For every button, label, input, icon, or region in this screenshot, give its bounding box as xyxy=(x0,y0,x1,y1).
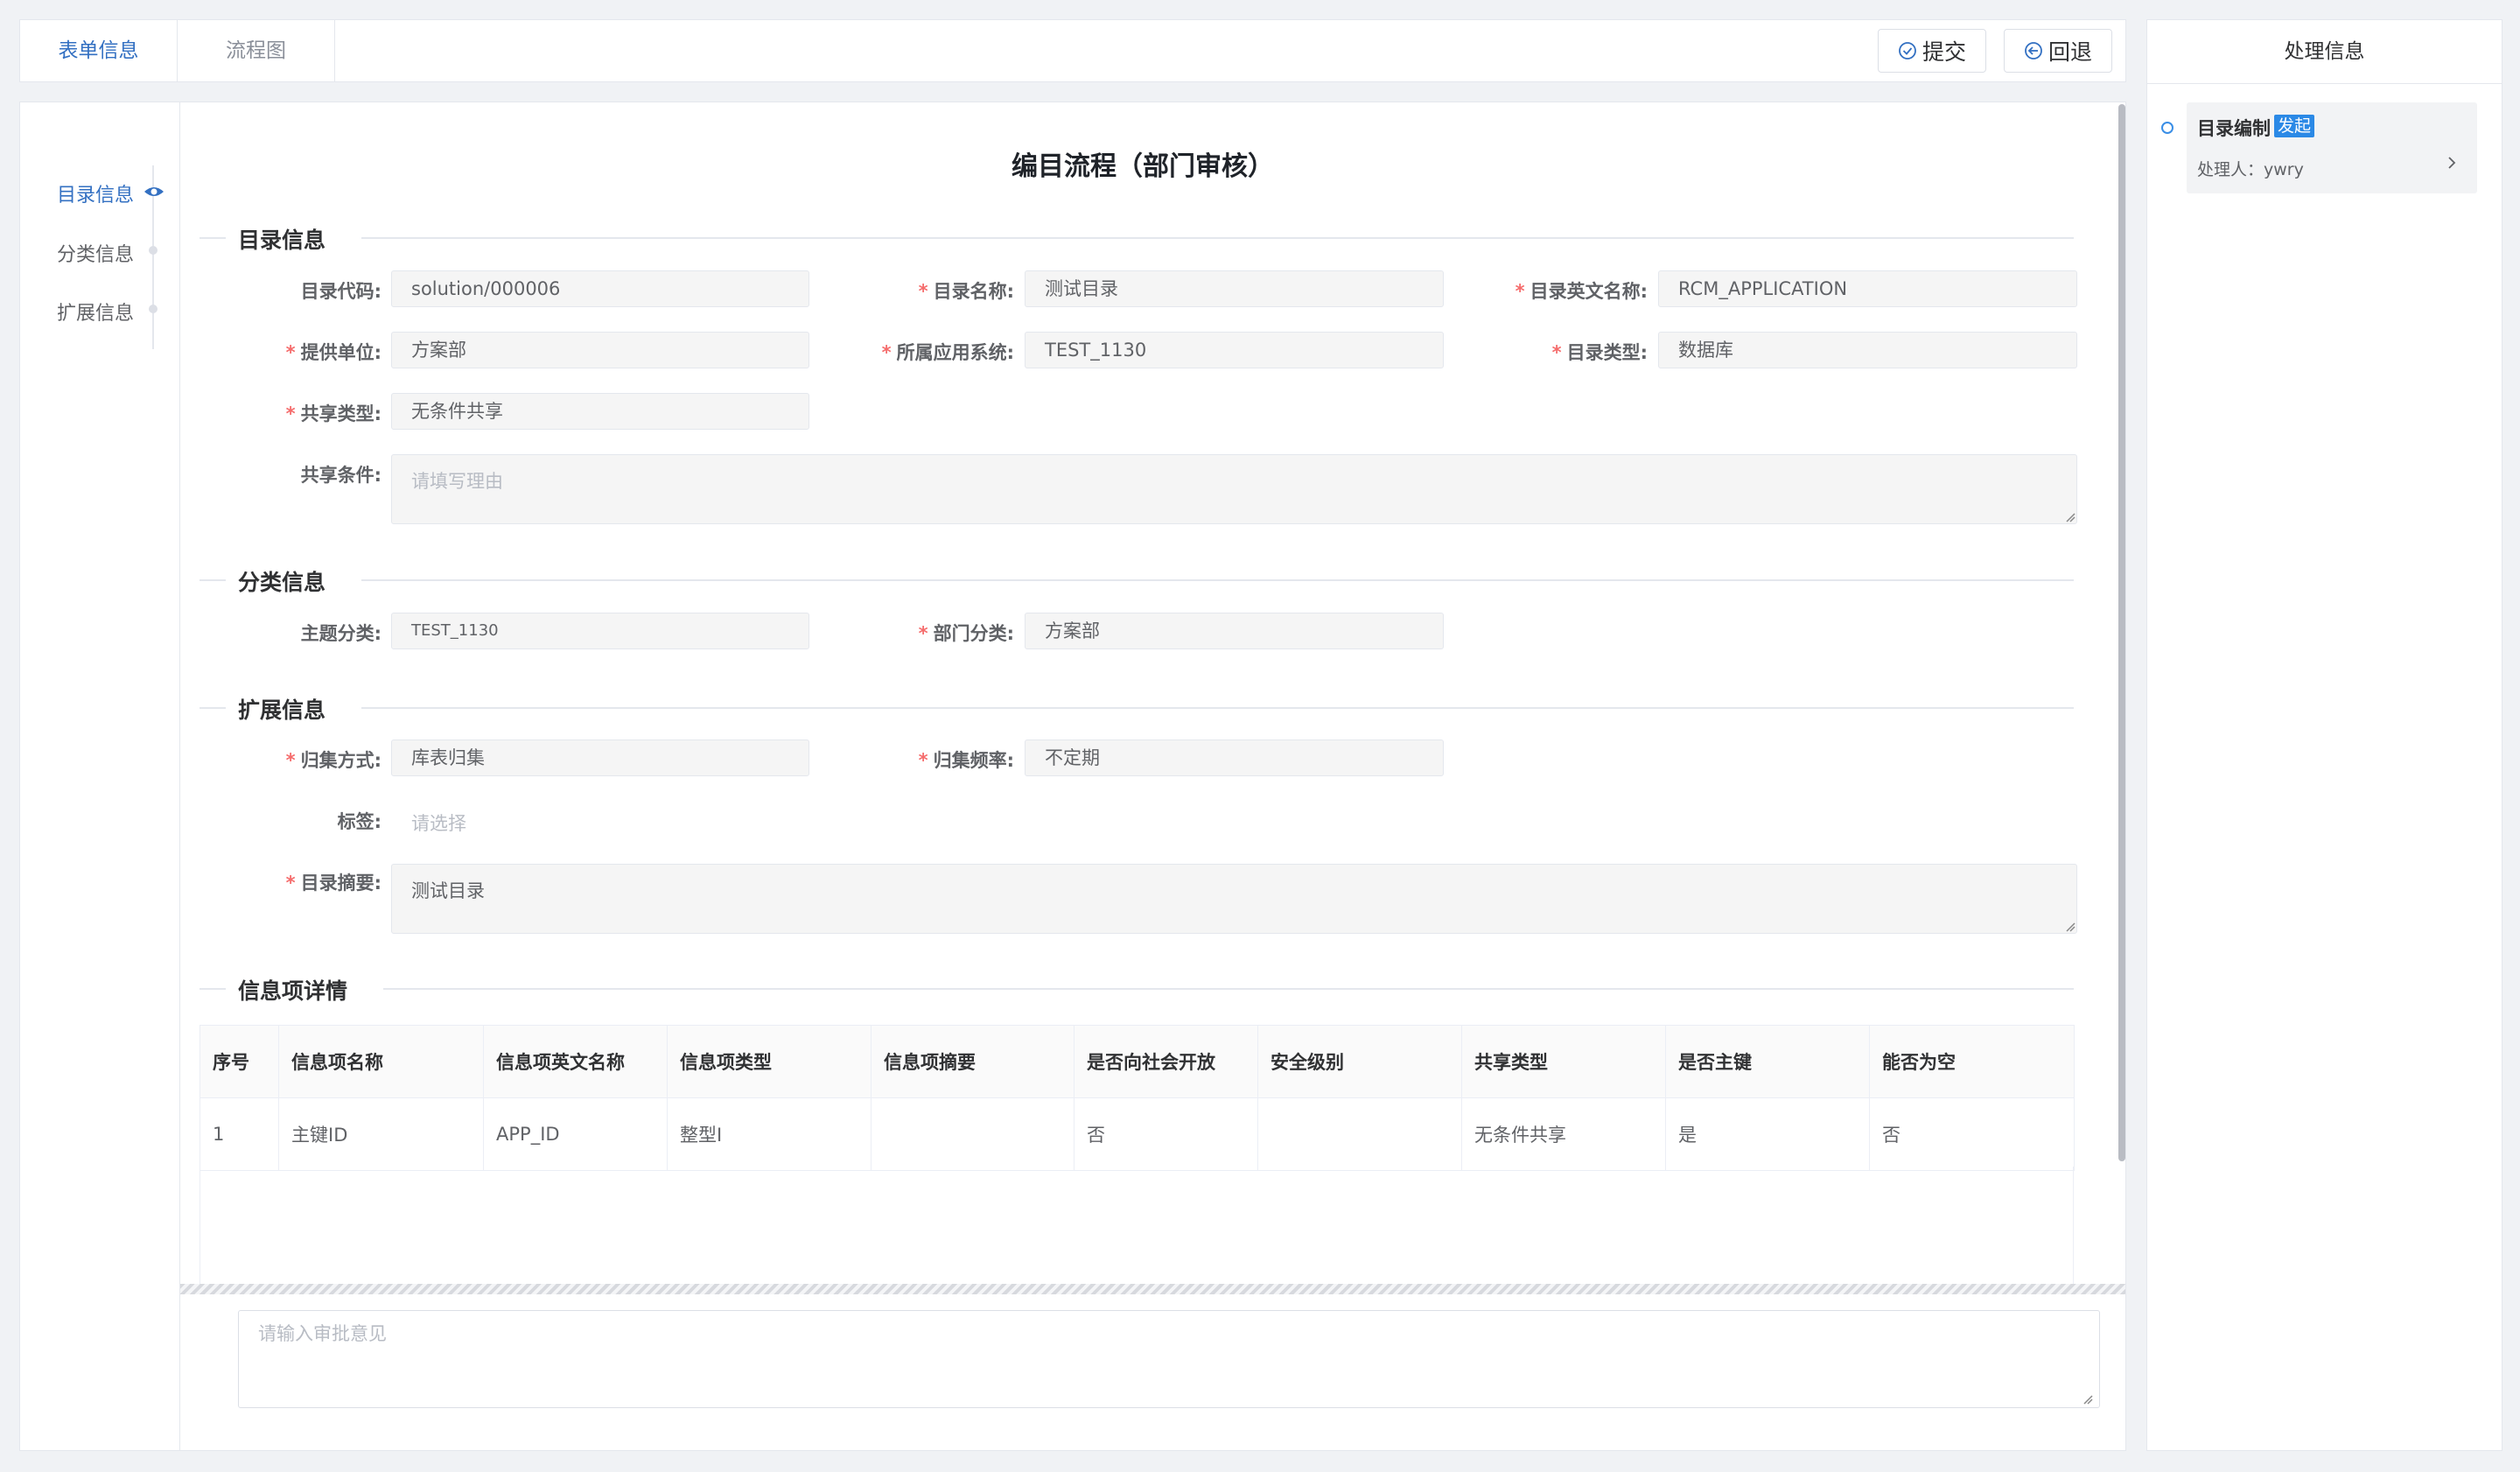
anchor-extend-info[interactable]: 扩展信息 xyxy=(57,298,134,326)
dept-select[interactable]: 方案部 xyxy=(1025,613,1444,649)
anchor-dot xyxy=(149,246,158,255)
share-cond-label: 共享条件: xyxy=(300,465,382,486)
share-type-select[interactable]: 无条件共享 xyxy=(391,393,809,430)
section-title: 分类信息 xyxy=(238,570,326,595)
info-items-table: 序号 信息项名称 信息项英文名称 信息项类型 信息项摘要 是否向社会开放 安全级… xyxy=(200,1025,2075,1171)
resize-handle-icon xyxy=(2083,1395,2093,1405)
share-cond-textarea[interactable]: 请填写理由 xyxy=(391,454,2077,524)
en-name-label: * 目录英文名称: xyxy=(1515,281,1648,302)
table-cell: 无条件共享 xyxy=(1461,1097,1666,1171)
anchor-nav: 目录信息 分类信息 扩展信息 xyxy=(20,102,180,1450)
code-label: 目录代码: xyxy=(300,281,382,302)
table-cell: 是 xyxy=(1665,1097,1870,1171)
topic-label: 主题分类: xyxy=(300,623,382,644)
check-circle-icon xyxy=(1899,42,1916,60)
provider-input[interactable]: 方案部 xyxy=(391,332,809,368)
table-header: 能否为空 xyxy=(1869,1025,2075,1098)
table-header: 是否主键 xyxy=(1665,1025,1870,1098)
tags-label: 标签: xyxy=(337,811,382,832)
process-panel: 处理信息 目录编制 发起 处理人：ywry xyxy=(2146,19,2502,1451)
tab-form-info[interactable]: 表单信息 xyxy=(20,20,178,81)
app-system-input[interactable]: TEST_1130 xyxy=(1025,332,1444,368)
table-header: 是否向社会开放 xyxy=(1074,1025,1258,1098)
drag-divider[interactable] xyxy=(180,1284,2125,1294)
back-label: 回退 xyxy=(2048,39,2092,65)
process-step-card[interactable]: 目录编制 发起 处理人：ywry xyxy=(2187,102,2477,193)
section-title: 目录信息 xyxy=(238,228,326,253)
table-cell: APP_ID xyxy=(483,1097,668,1171)
table-header: 信息项摘要 xyxy=(871,1025,1074,1098)
page-title: 编目流程（部门审核） xyxy=(1012,151,1274,182)
table-row: 1 主键ID APP_ID 整型I 否 无条件共享 是 否 xyxy=(200,1097,2075,1171)
step-badge: 发起 xyxy=(2274,115,2315,137)
table-header: 信息项英文名称 xyxy=(483,1025,668,1098)
eye-icon xyxy=(144,187,164,196)
section-extend: 扩展信息 xyxy=(200,690,2074,725)
section-title: 信息项详情 xyxy=(238,978,348,1004)
table-header: 信息项类型 xyxy=(667,1025,872,1098)
table-cell: 整型I xyxy=(667,1097,872,1171)
table-header: 共享类型 xyxy=(1461,1025,1666,1098)
tab-flowchart[interactable]: 流程图 xyxy=(178,20,335,81)
timeline-dot xyxy=(2161,122,2174,134)
arrow-left-circle-icon xyxy=(2025,42,2042,60)
resize-handle-icon xyxy=(2066,513,2076,522)
table-header: 安全级别 xyxy=(1257,1025,1462,1098)
section-classify: 分类信息 xyxy=(200,562,2074,597)
table-cell: 否 xyxy=(1074,1097,1258,1171)
submit-label: 提交 xyxy=(1922,39,1966,65)
anchor-dot xyxy=(149,305,158,313)
table-cell xyxy=(871,1097,1074,1171)
table-cell xyxy=(1257,1097,1462,1171)
dept-label: * 部门分类: xyxy=(918,623,1014,644)
table-header: 信息项名称 xyxy=(278,1025,484,1098)
resize-handle-icon xyxy=(2066,922,2076,932)
name-input[interactable]: 测试目录 xyxy=(1025,270,1444,307)
name-label: * 目录名称: xyxy=(918,281,1014,302)
submit-button[interactable]: 提交 xyxy=(1878,29,1986,73)
collect-method-label: * 归集方式: xyxy=(285,750,382,771)
process-panel-title: 处理信息 xyxy=(2147,20,2502,84)
catalog-type-label: * 目录类型: xyxy=(1551,342,1648,363)
app-system-label: * 所属应用系统: xyxy=(881,342,1014,363)
share-type-label: * 共享类型: xyxy=(285,403,382,424)
collect-freq-label: * 归集频率: xyxy=(918,750,1014,771)
table-header-row: 序号 信息项名称 信息项英文名称 信息项类型 信息项摘要 是否向社会开放 安全级… xyxy=(200,1025,2075,1098)
table-cell: 1 xyxy=(200,1097,279,1171)
form-content: 编目流程（部门审核） 目录信息 目录代码: solution/000006 * 目… xyxy=(180,102,2105,1284)
summary-label: * 目录摘要: xyxy=(285,873,382,894)
step-handler: 处理人：ywry xyxy=(2197,160,2304,179)
step-name: 目录编制 xyxy=(2197,118,2271,139)
back-button[interactable]: 回退 xyxy=(2004,29,2112,73)
en-name-input[interactable]: RCM_APPLICATION xyxy=(1658,270,2077,307)
approval-comment-textarea[interactable]: 请输入审批意见 xyxy=(238,1310,2100,1408)
section-items: 信息项详情 xyxy=(200,971,2074,1006)
topic-select[interactable]: TEST_1130 xyxy=(391,613,809,649)
table-cell: 否 xyxy=(1869,1097,2075,1171)
code-input[interactable]: solution/000006 xyxy=(391,270,809,307)
section-catalog: 目录信息 xyxy=(200,220,2074,255)
provider-label: * 提供单位: xyxy=(285,342,382,363)
tags-select[interactable]: 请选择 xyxy=(411,810,466,836)
top-tab-bar: 表单信息 流程图 提交 回退 xyxy=(19,19,2126,82)
summary-textarea[interactable]: 测试目录 xyxy=(391,864,2077,934)
table-header: 序号 xyxy=(200,1025,279,1098)
catalog-type-select[interactable]: 数据库 xyxy=(1658,332,2077,368)
table-cell: 主键ID xyxy=(278,1097,484,1171)
vertical-scrollbar[interactable] xyxy=(2118,104,2125,1161)
collect-method-select[interactable]: 库表归集 xyxy=(391,740,809,776)
form-card: 目录信息 分类信息 扩展信息 编目流程（部门审核） 目录信息 目录代码: sol… xyxy=(19,102,2126,1451)
section-title: 扩展信息 xyxy=(238,697,326,723)
anchor-classify-info[interactable]: 分类信息 xyxy=(57,239,134,267)
anchor-catalog-info[interactable]: 目录信息 xyxy=(57,179,134,207)
chevron-right-icon[interactable] xyxy=(2442,153,2461,172)
table-empty-area xyxy=(200,1167,2074,1284)
collect-freq-select[interactable]: 不定期 xyxy=(1025,740,1444,776)
